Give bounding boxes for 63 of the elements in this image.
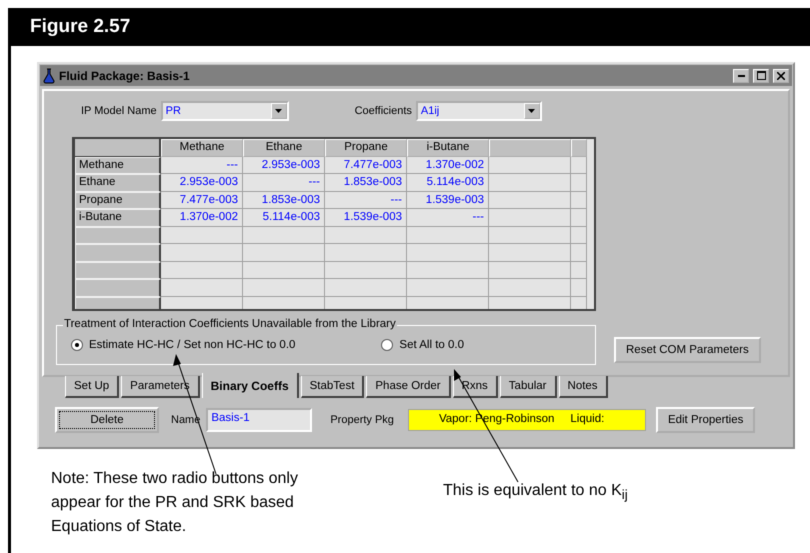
tab[interactable]: StabTest (300, 376, 364, 398)
table-cell: --- (161, 156, 243, 174)
table-cell: 1.853e-003 (243, 192, 325, 209)
ip-model-dropdown[interactable]: PR (160, 101, 289, 121)
field-label: Property Pkg (330, 414, 394, 426)
column-header: Methane (161, 139, 243, 156)
tab[interactable]: Tabular (500, 376, 557, 398)
table-cell (571, 192, 587, 209)
radio-button[interactable] (71, 339, 83, 351)
table-cell: --- (407, 209, 489, 226)
minimize-icon (738, 74, 744, 76)
delete-button[interactable]: Delete (55, 407, 159, 433)
table-cell (571, 174, 587, 192)
close-icon (777, 72, 785, 80)
column-header: Ethane (243, 139, 325, 156)
table-cell: 1.853e-003 (325, 174, 407, 192)
table-cell: 1.539e-003 (407, 192, 489, 209)
field-label: IP Model Name (81, 105, 157, 117)
tab[interactable]: Notes (558, 376, 608, 398)
close-button[interactable] (773, 68, 789, 82)
radio-button[interactable] (381, 339, 394, 351)
row-header: Propane (75, 192, 161, 209)
maximize-icon (756, 71, 766, 80)
table-cell: 1.539e-003 (325, 209, 407, 226)
annotation-note: This is equivalent to no K$_{ij}$ (443, 481, 628, 504)
edit-properties-button[interactable]: Edit Properties (656, 407, 756, 433)
column-header: Propane (325, 139, 407, 156)
window-title: Fluid Package: Basis-1 (59, 68, 191, 82)
name-field[interactable]: Basis-1 (206, 408, 312, 432)
flask-icon (43, 68, 55, 84)
minimize-button[interactable] (733, 68, 749, 82)
tab[interactable]: Binary Coeffs (202, 373, 299, 398)
field-label: Coefficients (354, 105, 412, 117)
table-cell: --- (243, 174, 325, 192)
table-cell (571, 209, 587, 226)
row-header: i-Butane (75, 209, 161, 226)
coefficients-dropdown[interactable]: A1ij (416, 101, 542, 121)
annotation-note: Note: These two radio buttons only appear for the PR and SRK based Equations of State. (51, 469, 299, 537)
table-cell: 1.370e-002 (407, 156, 489, 174)
tab[interactable]: Set Up (65, 376, 120, 398)
reset-com-parameters-button[interactable]: Reset COM Parameters (614, 337, 761, 363)
table-cell: 7.477e-003 (325, 156, 407, 174)
maximize-button[interactable] (753, 68, 769, 82)
figure-title: Figure 2.57 (8, 8, 810, 46)
table-cell (571, 279, 587, 296)
table-cell: 5.114e-003 (243, 209, 325, 226)
tab[interactable]: Phase Order (366, 376, 451, 398)
table-cell (571, 226, 587, 244)
column-header: i-Butane (407, 139, 489, 156)
table-cell: 2.953e-003 (243, 156, 325, 174)
group-title: Treatment of Interaction Coefficients Unavailable from the Library (63, 318, 397, 330)
table-cell: 5.114e-003 (407, 174, 489, 192)
radio-label[interactable]: Estimate HC-HC / Set non HC-HC to 0.0 (89, 339, 296, 351)
row-header: Methane (75, 156, 161, 174)
radio-label[interactable]: Set All to 0.0 (399, 339, 464, 351)
table-cell: 1.370e-002 (161, 209, 243, 226)
table-cell (571, 156, 587, 174)
table-cell: 7.477e-003 (161, 192, 243, 209)
table-cell: 2.953e-003 (161, 174, 243, 192)
row-header: Ethane (75, 174, 161, 192)
table-cell (571, 262, 587, 279)
table-cell (571, 244, 587, 262)
table-cell: --- (325, 192, 407, 209)
